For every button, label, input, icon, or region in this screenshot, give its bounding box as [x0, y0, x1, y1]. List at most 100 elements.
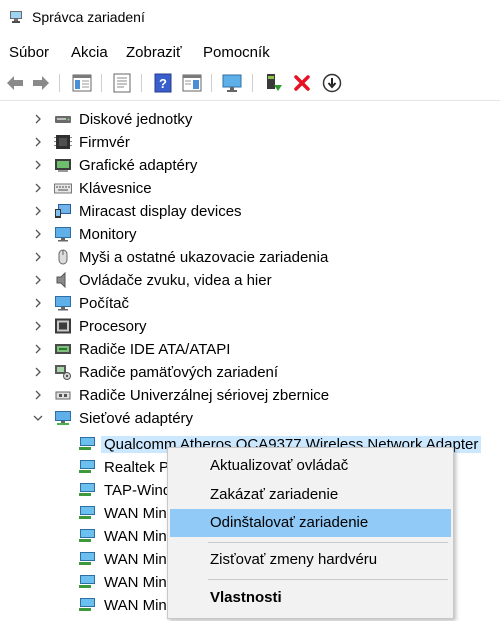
chip-icon: [54, 135, 72, 149]
chevron-right-icon[interactable]: [32, 274, 44, 286]
uninstall-icon[interactable]: [291, 72, 313, 94]
tree-item-network-adapters[interactable]: Sieťové adaptéry: [0, 407, 500, 430]
toolbar-separator: [252, 74, 253, 92]
menu-separator: [208, 542, 448, 543]
tree-item-label: Miracast display devices: [79, 203, 242, 220]
tree-item-label: Procesory: [79, 318, 147, 335]
menu-item-disable-device[interactable]: Zakázať zariadenie: [170, 481, 451, 509]
chevron-right-icon[interactable]: [32, 251, 44, 263]
menu-item-update-driver[interactable]: Aktualizovať ovládač: [170, 452, 451, 480]
menu-bar: Súbor Akcia Zobraziť Pomocník: [0, 38, 500, 66]
chevron-right-icon[interactable]: [32, 343, 44, 355]
help-icon[interactable]: ?: [152, 72, 174, 94]
tree-item-label: Ovládače zvuku, videa a hier: [79, 272, 272, 289]
window-title: Správca zariadení: [32, 9, 145, 25]
chevron-right-icon[interactable]: [32, 205, 44, 217]
tree-item-label: Firmvér: [79, 134, 130, 151]
menu-separator: [208, 579, 448, 580]
network-adapter-icon: [79, 460, 95, 473]
properties-icon[interactable]: [111, 72, 133, 94]
tree-item-keyboards[interactable]: Klávesnice: [0, 177, 500, 200]
tree-item-label: Diskové jednotky: [79, 111, 193, 128]
tree-item-ide-controllers[interactable]: Radiče IDE ATA/ATAPI: [0, 338, 500, 361]
network-adapter-label: WAN Min: [104, 574, 167, 591]
usb-icon: [55, 391, 71, 400]
chevron-right-icon[interactable]: [32, 159, 44, 171]
menu-item-uninstall-device[interactable]: Odinštalovať zariadenie: [170, 509, 451, 537]
chevron-right-icon[interactable]: [32, 320, 44, 332]
forward-icon[interactable]: [30, 72, 52, 94]
menu-item-label: Odinštalovať zariadenie: [210, 514, 369, 531]
network-adapter-icon: [79, 575, 95, 588]
menu-file[interactable]: Súbor: [9, 44, 49, 61]
toolbar-separator: [141, 74, 142, 92]
disk-icon: [55, 116, 71, 123]
ide-icon: [55, 344, 71, 354]
chevron-right-icon[interactable]: [32, 182, 44, 194]
chevron-down-icon[interactable]: [32, 412, 44, 424]
menu-item-properties[interactable]: Vlastnosti: [170, 584, 451, 612]
tree-item-label: Radiče IDE ATA/ATAPI: [79, 341, 231, 358]
network-adapter-label: WAN Min: [104, 505, 167, 522]
display-adapter-icon: [55, 159, 71, 172]
network-adapter-icon: [79, 552, 95, 565]
svg-text:?: ?: [159, 76, 167, 91]
back-icon[interactable]: [4, 72, 26, 94]
processor-icon: [55, 318, 71, 334]
mouse-icon: [58, 249, 68, 265]
menu-view[interactable]: Zobraziť: [126, 44, 182, 61]
menu-item-label: Aktualizovať ovládač: [210, 457, 349, 474]
toolbar-separator: [101, 74, 102, 92]
tree-item-usb-controllers[interactable]: Radiče Univerzálnej sériovej zbernice: [0, 384, 500, 407]
computer-icon: [55, 296, 71, 311]
tree-item-label: Radiče Univerzálnej sériovej zbernice: [79, 387, 330, 404]
network-adapter-label: WAN Min: [104, 528, 167, 545]
tree-item-firmware[interactable]: Firmvér: [0, 131, 500, 154]
chevron-right-icon[interactable]: [32, 113, 44, 125]
tree-item-sound[interactable]: Ovládače zvuku, videa a hier: [0, 269, 500, 292]
tree-item-label: Počítač: [79, 295, 130, 312]
show-hide-tree-icon[interactable]: [71, 72, 93, 94]
tree-item-disk-drives[interactable]: Diskové jednotky: [0, 108, 500, 131]
network-adapter-label: Realtek P: [104, 459, 170, 476]
disable-device-icon[interactable]: [321, 72, 343, 94]
menu-help[interactable]: Pomocník: [203, 44, 270, 61]
chevron-right-icon[interactable]: [32, 136, 44, 148]
menu-action[interactable]: Akcia: [71, 44, 108, 61]
chevron-right-icon[interactable]: [32, 228, 44, 240]
chevron-right-icon[interactable]: [32, 297, 44, 309]
network-adapter-icon: [79, 598, 95, 611]
menu-item-label: Zakázať zariadenie: [210, 486, 339, 503]
tree-item-label: Grafické adaptéry: [79, 157, 198, 174]
toolbar: ?: [0, 66, 500, 101]
tree-item-label: Myši a ostatné ukazovacie zariadenia: [79, 249, 329, 266]
network-adapter-label: WAN Min: [104, 597, 167, 614]
tree-item-display-adapters[interactable]: Grafické adaptéry: [0, 154, 500, 177]
tree-item-label: Monitory: [79, 226, 137, 243]
network-adapter-icon: [79, 506, 95, 519]
tree-item-miracast[interactable]: Miracast display devices: [0, 200, 500, 223]
monitor-icon: [55, 227, 71, 242]
tree-item-monitors[interactable]: Monitory: [0, 223, 500, 246]
toolbar-separator: [211, 74, 212, 92]
chevron-right-icon[interactable]: [32, 366, 44, 378]
action-pane-icon[interactable]: [181, 72, 203, 94]
network-adapter-icon: [79, 529, 95, 542]
tree-item-computer[interactable]: Počítač: [0, 292, 500, 315]
tree-item-label: Radiče pamäťových zariadení: [79, 364, 279, 381]
monitor-scan-icon[interactable]: [221, 72, 243, 94]
title-bar: Správca zariadení: [0, 0, 500, 36]
menu-item-label: Vlastnosti: [210, 589, 282, 606]
storage-controller-icon: [55, 365, 71, 380]
network-adapter-label: TAP-Wind: [104, 482, 172, 499]
tree-item-mice[interactable]: Myši a ostatné ukazovacie zariadenia: [0, 246, 500, 269]
tree-item-processors[interactable]: Procesory: [0, 315, 500, 338]
menu-item-scan-hardware[interactable]: Zisťovať zmeny hardvéru: [170, 546, 451, 574]
tree-item-storage-controllers[interactable]: Radiče pamäťových zariadení: [0, 361, 500, 384]
chevron-right-icon[interactable]: [32, 389, 44, 401]
speaker-icon: [56, 272, 66, 288]
network-adapter-icon: [79, 437, 95, 450]
network-adapter-icon: [79, 483, 95, 496]
update-driver-icon[interactable]: [262, 72, 284, 94]
device-manager-icon: [10, 11, 22, 23]
